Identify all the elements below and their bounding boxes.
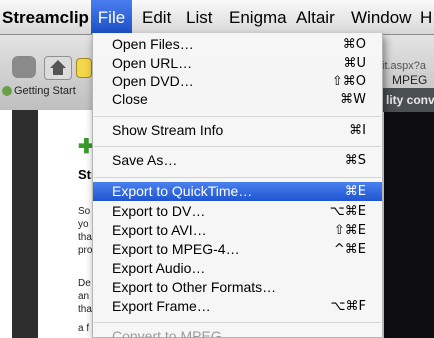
menu-enigma[interactable]: Enigma <box>229 0 287 34</box>
menu-separator <box>94 177 381 178</box>
article-line: yo <box>78 219 89 230</box>
menu-item-save-as[interactable]: Save As… ⌘S <box>93 151 382 170</box>
bookmark-icon[interactable] <box>76 58 92 78</box>
app-menu[interactable]: Streamclip <box>2 0 89 34</box>
page-banner-text: lity conv <box>386 93 434 107</box>
menu-bar: Streamclip File Edit List Enigma Altair … <box>0 0 434 35</box>
menu-item-label: Open URL… <box>112 55 193 71</box>
back-forward-icon[interactable] <box>12 56 36 78</box>
menu-item-export-frame[interactable]: Export Frame… ⌥⌘F <box>93 297 382 316</box>
article-line: pro <box>78 245 93 256</box>
menu-item-label: Export to QuickTime… <box>112 183 253 199</box>
menu-item-shortcut: ⌘E <box>344 184 366 199</box>
menu-item-export-quicktime[interactable]: Export to QuickTime… ⌘E <box>93 182 382 201</box>
screen: Getting Start it.aspx?a MPEG lity conv ✚… <box>0 0 434 338</box>
home-icon[interactable] <box>44 56 72 80</box>
menu-item-label: Show Stream Info <box>112 122 224 138</box>
menu-item-open-files[interactable]: Open Files… ⌘O <box>93 35 382 54</box>
menu-item-export-dv[interactable]: Export to DV… ⌥⌘E <box>93 202 382 221</box>
menu-item-shortcut: ^⌘E <box>333 242 366 257</box>
article-line: a f <box>78 323 90 334</box>
menu-separator <box>94 146 381 147</box>
file-menu-dropdown: Open Files… ⌘O Open URL… ⌘U Open DVD… ⇧⌘… <box>92 33 383 338</box>
menu-item-shortcut: ⌥⌘F <box>330 299 366 314</box>
menu-item-show-stream-info[interactable]: Show Stream Info ⌘I <box>93 121 382 140</box>
menu-item-shortcut: ⇧⌘O <box>331 74 366 89</box>
menu-item-label: Export to MPEG-4… <box>112 241 240 257</box>
bookmark-label: Getting Start <box>14 85 76 97</box>
menu-item-convert-to-mpeg[interactable]: Convert to MPEG… <box>93 327 382 338</box>
article-line: an <box>78 291 90 302</box>
menu-item-shortcut: ⌘O <box>342 37 366 52</box>
menu-item-shortcut: ⌘I <box>349 123 366 138</box>
menu-help[interactable]: H <box>420 0 432 34</box>
page-sidebar <box>12 110 38 338</box>
menu-item-label: Open Files… <box>112 36 194 52</box>
bookmark-mpeg[interactable]: MPEG <box>392 73 427 87</box>
menu-window[interactable]: Window <box>351 0 411 34</box>
article-line: So <box>78 206 91 217</box>
menu-item-label: Open DVD… <box>112 73 194 89</box>
bookmark-dot-icon <box>2 86 12 97</box>
menu-file[interactable]: File <box>91 0 132 34</box>
menu-item-export-other-formats[interactable]: Export to Other Formats… <box>93 278 382 297</box>
menu-item-export-audio[interactable]: Export Audio… <box>93 259 382 278</box>
menu-item-shortcut: ⌘S <box>344 153 366 168</box>
menu-edit[interactable]: Edit <box>142 0 171 34</box>
menu-item-label: Convert to MPEG… <box>112 328 236 338</box>
menu-item-shortcut: ⇧⌘E <box>333 223 366 238</box>
menu-item-open-url[interactable]: Open URL… ⌘U <box>93 54 382 73</box>
menu-separator <box>94 116 381 117</box>
menu-item-label: Export to AVI… <box>112 222 207 238</box>
menu-list[interactable]: List <box>186 0 212 34</box>
menu-item-label: Close <box>112 91 148 107</box>
article-line: tha <box>78 232 92 243</box>
menu-item-label: Export to DV… <box>112 203 206 219</box>
menu-item-label: Export Audio… <box>112 260 206 276</box>
menu-item-export-mpeg4[interactable]: Export to MPEG-4… ^⌘E <box>93 240 382 259</box>
menu-item-shortcut: ⌘W <box>340 92 366 107</box>
menu-separator <box>94 322 381 323</box>
article-line: tha <box>78 304 92 315</box>
menu-item-close[interactable]: Close ⌘W <box>93 90 382 109</box>
menu-item-shortcut: ⌥⌘E <box>329 204 366 219</box>
menu-item-label: Export to Other Formats… <box>112 279 277 295</box>
bookmark-getting-started[interactable]: Getting Start <box>0 80 97 102</box>
menu-altair[interactable]: Altair <box>296 0 335 34</box>
menu-item-label: Export Frame… <box>112 298 211 314</box>
menu-item-shortcut: ⌘U <box>343 56 366 71</box>
article-line: De <box>78 278 91 289</box>
menu-item-label: Save As… <box>112 152 178 168</box>
menu-item-export-avi[interactable]: Export to AVI… ⇧⌘E <box>93 221 382 240</box>
url-fragment: it.aspx?a <box>382 60 427 72</box>
video-preview-area <box>384 112 434 338</box>
menu-item-open-dvd[interactable]: Open DVD… ⇧⌘O <box>93 72 382 91</box>
